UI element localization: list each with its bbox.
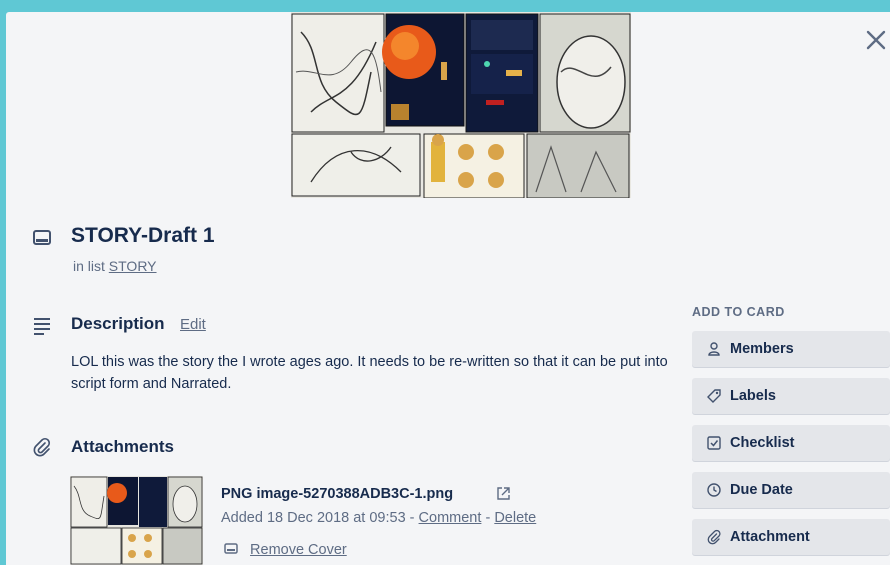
members-label: Members xyxy=(730,341,794,357)
add-to-card-heading: ADD TO CARD xyxy=(692,305,785,319)
checklist-label: Checklist xyxy=(730,435,795,451)
remove-cover-label: Remove Cover xyxy=(250,542,347,558)
paperclip-icon xyxy=(706,529,722,545)
attachment-label: Attachment xyxy=(730,529,810,545)
description-edit-link[interactable]: Edit xyxy=(180,316,206,333)
attachment-added-prefix: Added xyxy=(221,510,263,526)
attachment-name[interactable]: PNG image-5270388ADB3C-1.png xyxy=(221,486,453,502)
card-icon xyxy=(32,228,52,248)
attachment-separator: - xyxy=(409,510,415,526)
person-icon xyxy=(706,341,722,357)
thumbnail-image xyxy=(70,476,203,565)
attachments-heading: Attachments xyxy=(71,437,174,456)
external-link-icon[interactable] xyxy=(496,486,511,506)
checkbox-icon xyxy=(706,435,722,451)
card-detail-modal: STORY-Draft 1 in list STORY Description … xyxy=(6,12,890,565)
cover-collage xyxy=(291,12,631,198)
members-button[interactable]: Members xyxy=(692,331,890,367)
in-list-line: in list STORY xyxy=(73,258,157,274)
paperclip-icon xyxy=(32,437,52,457)
attachment-separator: - xyxy=(485,510,491,526)
attachment-meta: Added 18 Dec 2018 at 09:53 - Comment - D… xyxy=(221,510,536,526)
labels-label: Labels xyxy=(730,388,776,404)
in-list-prefix: in list xyxy=(73,258,105,274)
checklist-button[interactable]: Checklist xyxy=(692,425,890,461)
attachment-comment-link[interactable]: Comment xyxy=(419,510,482,526)
description-text[interactable]: LOL this was the story the I wrote ages … xyxy=(71,351,671,395)
attachment-delete-link[interactable]: Delete xyxy=(494,510,536,526)
description-icon xyxy=(32,315,52,335)
tag-icon xyxy=(706,388,722,404)
clock-icon xyxy=(706,482,722,498)
card-cover-image[interactable] xyxy=(291,12,631,198)
due-date-label: Due Date xyxy=(730,482,793,498)
list-name-link[interactable]: STORY xyxy=(109,258,157,274)
remove-cover-button[interactable]: Remove Cover xyxy=(224,542,347,558)
card-cover-icon xyxy=(224,543,238,554)
description-heading: Description xyxy=(71,314,165,333)
close-button[interactable] xyxy=(862,26,890,54)
due-date-button[interactable]: Due Date xyxy=(692,472,890,508)
card-title[interactable]: STORY-Draft 1 xyxy=(71,224,215,248)
labels-button[interactable]: Labels xyxy=(692,378,890,414)
attachment-button[interactable]: Attachment xyxy=(692,519,890,555)
attachment-thumbnail[interactable] xyxy=(70,476,203,565)
close-icon xyxy=(866,30,886,50)
attachment-added-date: 18 Dec 2018 at 09:53 xyxy=(266,510,406,526)
